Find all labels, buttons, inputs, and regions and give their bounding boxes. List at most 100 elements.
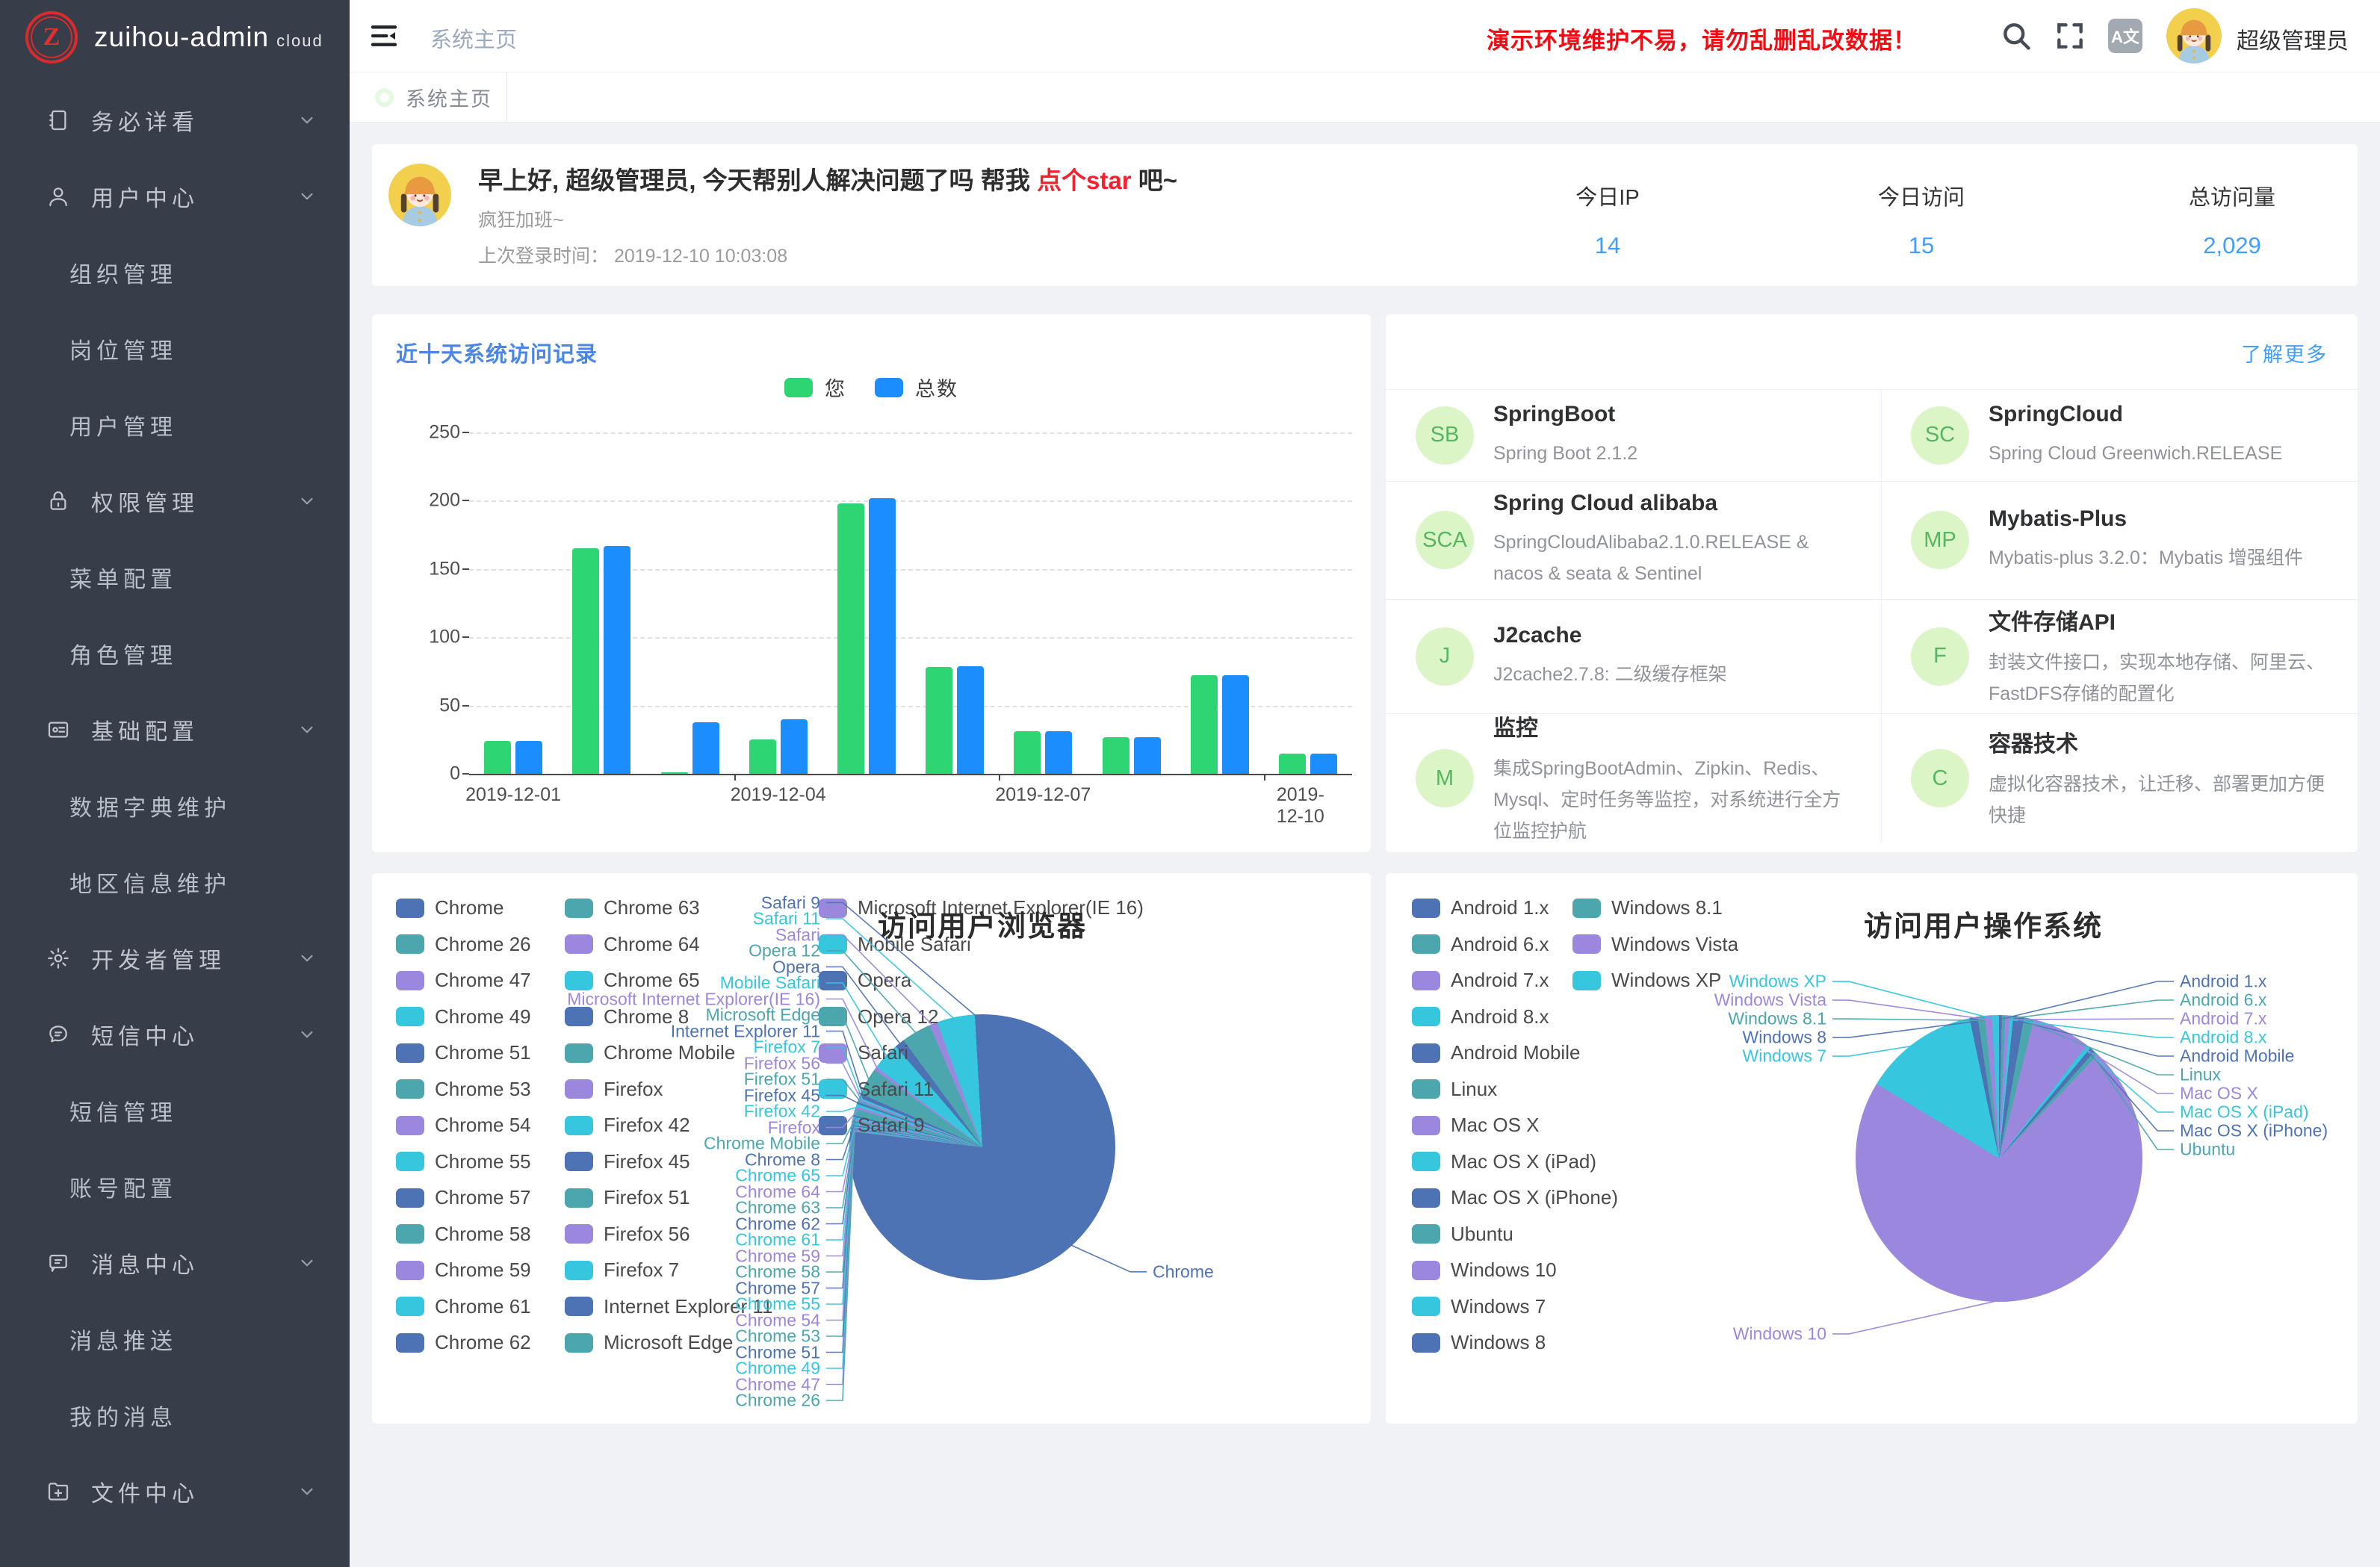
fullscreen-icon[interactable]	[2054, 19, 2086, 52]
tech-card-title: 容器技术	[1989, 725, 2329, 758]
stat-value: 14	[1575, 232, 1639, 259]
sidebar-item-permission-management[interactable]: 权限管理	[0, 463, 350, 539]
pie-label-Chrome: Chrome	[1153, 1262, 1214, 1282]
x-axis-label: 2019-12-07	[995, 784, 1091, 806]
tech-card-body: 容器技术虚拟化容器技术，让迁移、部署更加方便快捷	[1989, 725, 2329, 831]
bar	[515, 741, 542, 774]
pie-label-Android 1.x: Android 1.x	[2180, 972, 2266, 992]
tab-label: 系统主页	[406, 83, 492, 112]
tech-card-监控: M监控集成SpringBootAdmin、Zipkin、Redis、Mysql、…	[1416, 713, 1849, 843]
sidebar-item-role-management[interactable]: 角色管理	[0, 615, 350, 692]
pie-label-Chrome 26: Chrome 26	[735, 1391, 820, 1411]
tech-card-desc: J2cache2.7.8: 二级缓存框架	[1493, 659, 1727, 690]
stat-label: 今日IP	[1575, 180, 1639, 211]
y-axis-tick	[462, 773, 469, 775]
bar	[749, 739, 776, 774]
chat-round-icon	[46, 1023, 70, 1046]
pie-label-Windows 8.1: Windows 8.1	[1728, 1009, 1826, 1029]
sidebar-item-user-center[interactable]: 用户中心	[0, 158, 350, 235]
y-axis-label: 150	[408, 558, 460, 580]
chevron-down-icon	[297, 1253, 317, 1273]
y-axis-label: 250	[408, 422, 460, 444]
app-logo[interactable]: Z zuihou-admin cloud	[0, 0, 350, 75]
browser-pie-title: 访问用户浏览器	[878, 903, 1087, 944]
sidebar-item-data-dict-maintenance[interactable]: 数据字典维护	[0, 768, 350, 844]
sidebar-item-label: 岗位管理	[69, 332, 177, 365]
main-content: 早上好, 超级管理员, 今天帮别人解决问题了吗 帮我 点个star 吧~ 疯狂加…	[350, 122, 2380, 1567]
sidebar-item-menu-config[interactable]: 菜单配置	[0, 539, 350, 615]
legend-item-您[interactable]: 您	[784, 373, 846, 402]
chevron-down-icon	[297, 1025, 317, 1044]
pie-label-Ubuntu: Ubuntu	[2180, 1140, 2235, 1160]
x-axis-line	[469, 774, 1352, 775]
star-link[interactable]: 点个star	[1037, 167, 1132, 194]
sidebar-item-must-read[interactable]: 务必详看	[0, 82, 350, 158]
username[interactable]: 超级管理员	[2237, 22, 2349, 55]
tech-stack-card: 了解更多 SBSpringBootSpring Boot 2.1.2SCSpri…	[1386, 314, 2358, 852]
os-pie-card: 访问用户操作系统 Android 1.xAndroid 6.xAndroid 7…	[1386, 873, 2358, 1424]
tech-card-desc: Mybatis-plus 3.2.0：Mybatis 增强组件	[1989, 542, 2303, 574]
sidebar-item-label: 短信管理	[69, 1094, 177, 1127]
search-icon[interactable]	[2000, 19, 2033, 52]
welcome-avatar	[388, 164, 451, 226]
sidebar-item-developer-management[interactable]: 开发者管理	[0, 920, 350, 996]
legend-item-总数[interactable]: 总数	[875, 373, 958, 402]
pie-label-Mac OS X (iPhone): Mac OS X (iPhone)	[2180, 1121, 2328, 1141]
bar	[1310, 754, 1337, 774]
sidebar-item-account-config[interactable]: 账号配置	[0, 1149, 350, 1225]
gridline	[469, 500, 1352, 502]
sidebar-item-user-management[interactable]: 用户管理	[0, 387, 350, 463]
sidebar-item-label: 数据字典维护	[69, 789, 231, 822]
bar	[1045, 731, 1072, 774]
y-axis-tick	[462, 636, 469, 638]
breadcrumb: 系统主页	[430, 22, 517, 54]
sidebar-item-message-center[interactable]: 消息中心	[0, 1225, 350, 1301]
tech-card-title: SpringCloud	[1989, 402, 2282, 427]
sidebar-item-label: 消息中心	[91, 1247, 199, 1279]
chevron-down-icon	[297, 111, 317, 130]
bar	[1134, 737, 1161, 774]
gridline	[469, 569, 1352, 571]
y-axis-tick	[462, 705, 469, 707]
gridline	[469, 432, 1352, 434]
greeting-text: 早上好, 超级管理员, 今天帮别人解决问题了吗 帮我 点个star 吧~	[478, 161, 1177, 196]
sidebar-item-sms-center[interactable]: 短信中心	[0, 996, 350, 1073]
tech-card-body: SpringBootSpring Boot 2.1.2	[1493, 402, 1637, 469]
tech-card-body: Spring Cloud alibabaSpringCloudAlibaba2.…	[1493, 491, 1849, 589]
tab-system-home[interactable]: 系统主页	[350, 72, 507, 122]
sidebar-item-my-messages[interactable]: 我的消息	[0, 1377, 350, 1453]
sidebar-item-label: 开发者管理	[91, 942, 226, 975]
browser-pie-card: 访问用户浏览器 ChromeChrome 26Chrome 47Chrome 4…	[372, 873, 1371, 1424]
sidebar-item-post-management[interactable]: 岗位管理	[0, 311, 350, 387]
sidebar-item-sms-management[interactable]: 短信管理	[0, 1073, 350, 1149]
logo-z-icon: Z	[25, 11, 78, 63]
chevron-down-icon	[297, 720, 317, 739]
sidebar-item-region-info-maintenance[interactable]: 地区信息维护	[0, 844, 350, 920]
tech-card-title: SpringBoot	[1493, 402, 1637, 427]
user-avatar[interactable]	[2166, 8, 2222, 63]
sidebar-item-file-center[interactable]: 文件中心	[0, 1453, 350, 1530]
chevron-down-icon	[297, 491, 317, 511]
tech-card-desc: Spring Cloud Greenwich.RELEASE	[1989, 438, 2282, 469]
bar	[484, 741, 511, 774]
collapse-menu-icon[interactable]	[368, 21, 400, 51]
sidebar-item-org-management[interactable]: 组织管理	[0, 235, 350, 311]
bar-chart-legend: 您总数	[372, 373, 1371, 402]
language-icon[interactable]: A文	[2108, 19, 2142, 53]
tech-card-SpringCloud: SCSpringCloudSpring Cloud Greenwich.RELE…	[1911, 389, 2329, 481]
bar	[1279, 754, 1306, 774]
x-axis-tick	[999, 774, 1000, 781]
pie-label-Windows XP: Windows XP	[1729, 972, 1826, 992]
sidebar-item-base-config[interactable]: 基础配置	[0, 692, 350, 768]
x-axis-label: 2019-12-04	[731, 784, 826, 806]
y-axis-label: 100	[408, 627, 460, 648]
notebook-icon	[46, 108, 70, 132]
learn-more-link[interactable]: 了解更多	[2241, 338, 2328, 367]
x-axis-label: 2019-12-01	[465, 784, 561, 806]
tech-card-Spring Cloud alibaba: SCASpring Cloud alibabaSpringCloudAlibab…	[1416, 481, 1849, 599]
os-pie-title: 访问用户操作系统	[1864, 903, 2103, 944]
sidebar-item-message-push[interactable]: 消息推送	[0, 1301, 350, 1377]
tech-card-title: 文件存储API	[1989, 603, 2329, 636]
chevron-down-icon	[297, 1482, 317, 1501]
legend-swatch	[875, 378, 903, 397]
